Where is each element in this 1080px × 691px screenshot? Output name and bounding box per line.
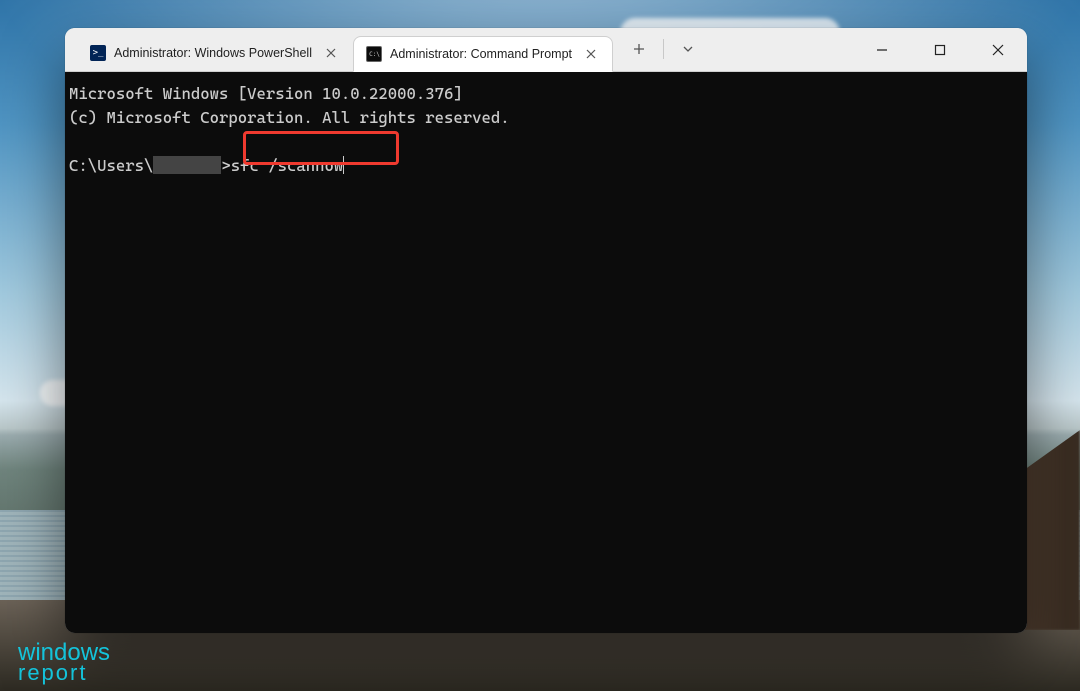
titlebar[interactable]: >_ Administrator: Windows PowerShell Adm… <box>65 28 1027 72</box>
new-tab-button[interactable] <box>621 35 657 63</box>
tab-label: Administrator: Windows PowerShell <box>114 46 312 60</box>
maximize-button[interactable] <box>911 28 969 72</box>
close-icon <box>586 49 596 59</box>
tab-controls <box>613 28 706 71</box>
tab-dropdown-button[interactable] <box>670 35 706 63</box>
copyright-line: (c) Microsoft Corporation. All rights re… <box>69 108 510 127</box>
close-window-button[interactable] <box>969 28 1027 72</box>
powershell-icon: >_ <box>90 45 106 61</box>
terminal-window: >_ Administrator: Windows PowerShell Adm… <box>65 28 1027 633</box>
version-line: Microsoft Windows [Version 10.0.22000.37… <box>69 84 463 103</box>
watermark-line2: report <box>18 663 110 683</box>
prompt-path-prefix: C:\Users\ <box>69 156 153 175</box>
tab-powershell[interactable]: >_ Administrator: Windows PowerShell <box>77 35 353 71</box>
maximize-icon <box>934 44 946 56</box>
redacted-username <box>153 156 221 174</box>
annotation-highlight-box <box>243 131 399 165</box>
tab-command-prompt[interactable]: Administrator: Command Prompt <box>353 36 613 72</box>
close-icon <box>992 44 1004 56</box>
caption-buttons <box>853 28 1027 72</box>
minimize-button[interactable] <box>853 28 911 72</box>
tab-strip: >_ Administrator: Windows PowerShell Adm… <box>77 28 613 71</box>
watermark: windows report <box>18 642 110 683</box>
minimize-icon <box>876 44 888 56</box>
divider <box>663 39 664 59</box>
cmd-icon <box>366 46 382 62</box>
chevron-down-icon <box>682 43 694 55</box>
close-tab-button[interactable] <box>320 42 342 64</box>
close-tab-button[interactable] <box>580 43 602 65</box>
terminal-body[interactable]: Microsoft Windows [Version 10.0.22000.37… <box>65 72 1027 633</box>
close-icon <box>326 48 336 58</box>
tab-label: Administrator: Command Prompt <box>390 47 572 61</box>
prompt-suffix: > <box>221 156 230 175</box>
plus-icon <box>633 43 645 55</box>
